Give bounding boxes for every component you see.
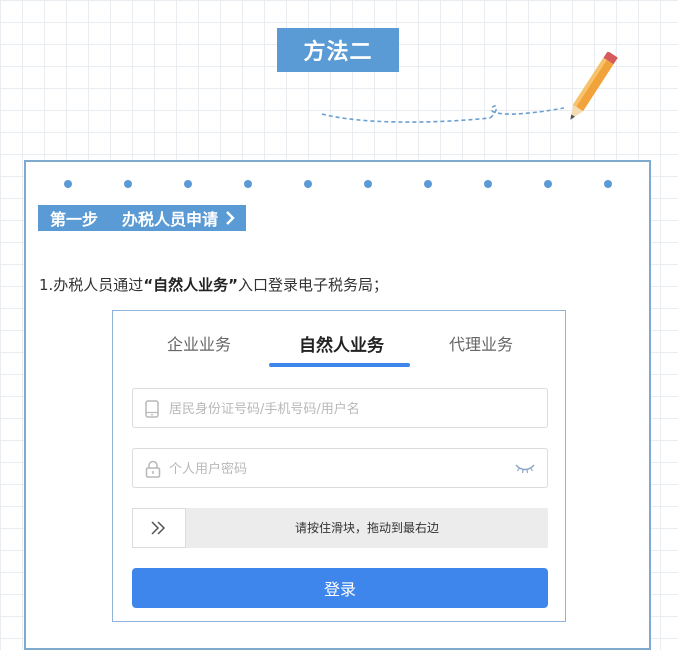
lock-icon <box>145 460 161 478</box>
dot <box>424 180 432 188</box>
double-chevron-right-icon <box>151 521 166 535</box>
step-number: 第一步 <box>50 210 99 229</box>
dot <box>304 180 312 188</box>
dot <box>184 180 192 188</box>
dot <box>604 180 612 188</box>
username-input[interactable] <box>167 389 511 429</box>
phone-icon <box>145 400 159 418</box>
dot <box>244 180 252 188</box>
captcha-slider[interactable]: 请按住滑块，拖动到最右边 <box>132 508 548 548</box>
username-field[interactable] <box>132 388 548 429</box>
dot <box>544 180 552 188</box>
pencil-decoration-icon <box>321 52 618 123</box>
chevron-right-icon <box>226 211 235 225</box>
password-input[interactable] <box>167 449 511 489</box>
instruction-suffix: 入口登录电子税务局； <box>238 276 389 294</box>
slider-hint: 请按住滑块，拖动到最右边 <box>294 521 439 535</box>
decorative-dots <box>64 180 624 188</box>
step-title: 办税人员申请 <box>122 210 219 229</box>
instruction-text: 1.办税人员通过“自然人业务”入口登录电子税务局； <box>39 274 388 295</box>
step-banner: 第一步 办税人员申请 <box>38 205 247 231</box>
dot <box>64 180 72 188</box>
slider-handle[interactable] <box>132 508 186 548</box>
eye-closed-icon[interactable] <box>515 462 535 474</box>
active-tab-indicator <box>269 363 410 367</box>
dot <box>364 180 372 188</box>
password-field[interactable] <box>132 448 548 489</box>
dot <box>484 180 492 188</box>
instruction-highlight: “自然人业务” <box>143 276 239 294</box>
login-button[interactable]: 登录 <box>132 568 548 608</box>
tab-agent[interactable]: 代理业务 <box>449 331 513 355</box>
dot <box>124 180 132 188</box>
tab-individual[interactable]: 自然人业务 <box>299 331 384 356</box>
instruction-card: 第一步 办税人员申请 1.办税人员通过“自然人业务”入口登录电子税务局； 企业业… <box>24 160 651 650</box>
login-panel: 企业业务 自然人业务 代理业务 居民身份证号码/手机号码/用户名 请按住滑块，拖… <box>112 310 566 622</box>
instruction-prefix: 1.办税人员通过 <box>39 276 144 294</box>
tab-enterprise[interactable]: 企业业务 <box>167 331 231 355</box>
